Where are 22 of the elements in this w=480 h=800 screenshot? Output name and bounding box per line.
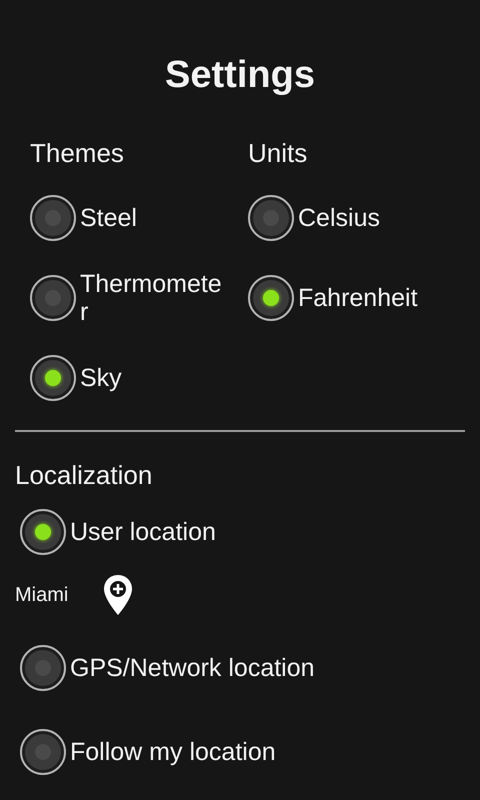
radio-button[interactable] <box>20 645 66 691</box>
location-pin-icon[interactable] <box>102 573 134 617</box>
radio-button[interactable] <box>248 195 294 241</box>
option-label[interactable]: Follow my location <box>70 738 276 766</box>
page-title: Settings <box>164 53 316 98</box>
radio-button[interactable] <box>248 275 294 321</box>
option-label[interactable]: Thermometer <box>80 270 222 326</box>
radio-button[interactable] <box>30 355 76 401</box>
section-heading: Themes <box>30 137 125 170</box>
radio-button[interactable] <box>20 729 66 775</box>
city-name: Miami <box>15 584 68 606</box>
section-heading: Units <box>248 137 308 170</box>
option-label[interactable]: Sky <box>80 364 122 392</box>
option-label[interactable]: Celsius <box>298 204 380 232</box>
option-label[interactable]: Fahrenheit <box>298 284 418 312</box>
radio-button[interactable] <box>30 195 76 241</box>
option-label[interactable]: Steel <box>80 204 137 232</box>
radio-button[interactable] <box>20 509 66 555</box>
option-label[interactable]: User location <box>70 518 216 546</box>
section-heading: Localization <box>15 459 154 492</box>
radio-button[interactable] <box>30 275 76 321</box>
option-label[interactable]: GPS/Network location <box>70 654 315 682</box>
